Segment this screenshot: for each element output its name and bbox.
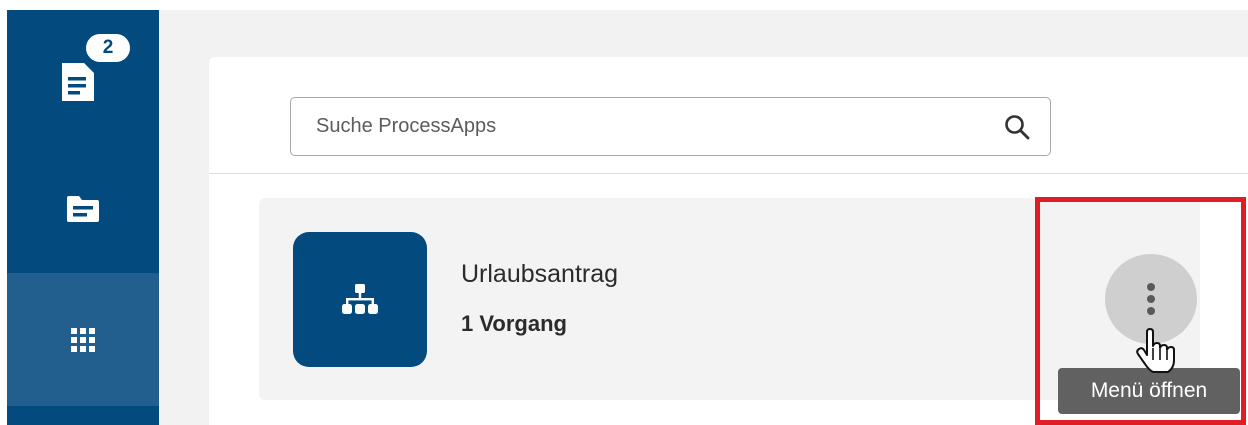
process-app-count: 1 Vorgang [461, 311, 567, 336]
file-folder-icon [67, 196, 99, 222]
sidebar-item-tasks[interactable]: 2 [7, 10, 159, 145]
process-app-name: Urlaubsantrag [461, 260, 619, 288]
org-chart-icon [342, 283, 378, 314]
task-count-badge: 2 [83, 31, 133, 65]
search-box[interactable] [290, 97, 1051, 156]
process-app-icon-tile [293, 232, 427, 367]
kebab-menu-icon [1147, 283, 1155, 315]
grid-apps-icon [71, 327, 95, 352]
search-icon[interactable] [1004, 114, 1030, 140]
sidebar-item-process-apps[interactable] [7, 273, 159, 406]
sidebar: 2 [7, 10, 159, 425]
menu-tooltip: Menü öffnen [1058, 368, 1240, 414]
task-list-icon [62, 62, 94, 101]
divider [209, 173, 1248, 174]
open-menu-button[interactable] [1105, 254, 1197, 344]
sidebar-item-files[interactable] [7, 145, 159, 273]
search-input[interactable] [291, 98, 981, 155]
